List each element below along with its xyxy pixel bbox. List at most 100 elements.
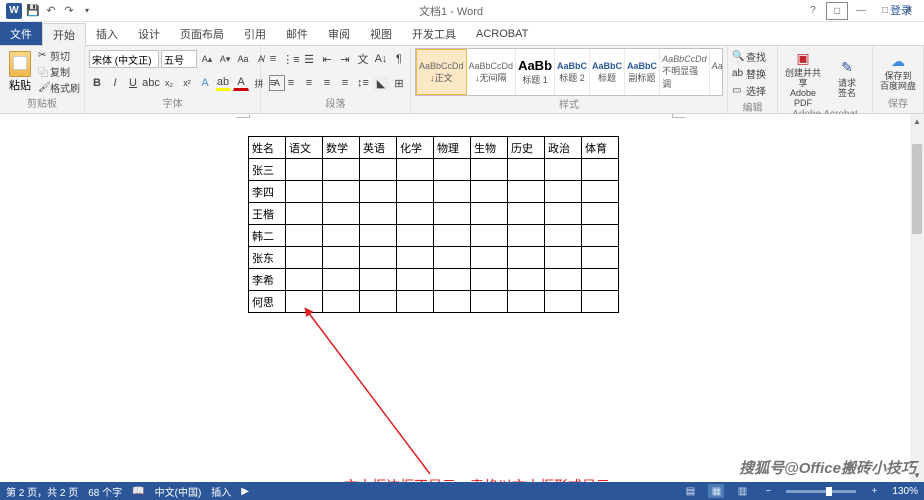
bullets-button[interactable]: ≡	[265, 51, 281, 67]
table-cell[interactable]	[360, 269, 397, 291]
table-cell[interactable]	[508, 269, 545, 291]
tab-mailings[interactable]: 邮件	[276, 22, 318, 45]
asian-layout-button[interactable]: 文	[355, 51, 371, 67]
change-case-button[interactable]: Aa	[235, 51, 251, 67]
table-cell[interactable]: 李希	[249, 269, 286, 291]
view-web-button[interactable]: ▥	[734, 484, 750, 498]
table-cell[interactable]: 李四	[249, 181, 286, 203]
table-cell[interactable]	[545, 225, 582, 247]
table-cell[interactable]: 张三	[249, 159, 286, 181]
table-cell[interactable]	[508, 159, 545, 181]
superscript-button[interactable]: x²	[179, 75, 195, 91]
table-cell[interactable]	[471, 269, 508, 291]
table-cell[interactable]	[323, 247, 360, 269]
sort-button[interactable]: A↓	[373, 51, 389, 67]
numbering-button[interactable]: ⋮≡	[283, 51, 299, 67]
table-cell[interactable]	[360, 203, 397, 225]
zoom-slider[interactable]	[786, 490, 856, 493]
table-cell[interactable]	[434, 159, 471, 181]
align-left-button[interactable]: ≡	[265, 75, 281, 91]
tab-insert[interactable]: 插入	[86, 22, 128, 45]
align-right-button[interactable]: ≡	[301, 75, 317, 91]
table-cell[interactable]	[545, 181, 582, 203]
tab-home[interactable]: 开始	[42, 23, 86, 46]
table-cell[interactable]	[471, 225, 508, 247]
scroll-thumb[interactable]	[912, 144, 922, 234]
align-center-button[interactable]: ≡	[283, 75, 299, 91]
table-cell[interactable]	[360, 181, 397, 203]
shrink-font-button[interactable]: A▾	[217, 51, 233, 67]
scroll-up-icon[interactable]: ▲	[910, 114, 924, 128]
view-print-button[interactable]: ▦	[708, 484, 724, 498]
qat-customize-icon[interactable]: ▾	[80, 4, 94, 18]
table-cell[interactable]	[397, 247, 434, 269]
style-item-6[interactable]: AaBbCcDd不明显强调	[660, 49, 710, 95]
select-button[interactable]: ▭选择	[732, 82, 766, 99]
table-cell[interactable]	[397, 203, 434, 225]
table-cell[interactable]	[434, 225, 471, 247]
table-cell[interactable]	[286, 181, 323, 203]
table-cell[interactable]	[471, 181, 508, 203]
subscript-button[interactable]: x₂	[161, 75, 177, 91]
bold-button[interactable]: B	[89, 75, 105, 91]
multilevel-button[interactable]: ☰	[301, 51, 317, 67]
table-header-cell[interactable]: 历史	[508, 137, 545, 159]
table-cell[interactable]	[545, 269, 582, 291]
table-cell[interactable]	[582, 247, 619, 269]
table-cell[interactable]	[471, 203, 508, 225]
table-cell[interactable]	[323, 203, 360, 225]
table-cell[interactable]	[397, 159, 434, 181]
table-cell[interactable]	[582, 181, 619, 203]
replace-button[interactable]: ab替换	[732, 65, 766, 82]
request-sign-button[interactable]: ✎ 请求签名	[826, 58, 868, 99]
style-item-0[interactable]: AaBbCcDd↓正文	[416, 49, 467, 95]
table-cell[interactable]: 王楷	[249, 203, 286, 225]
text-effects-button[interactable]: A	[197, 75, 213, 91]
table-cell[interactable]	[582, 269, 619, 291]
table-cell[interactable]	[471, 159, 508, 181]
increase-indent-button[interactable]: ⇥	[337, 51, 353, 67]
style-item-4[interactable]: AaBbC标题	[590, 49, 625, 95]
table-cell[interactable]	[582, 291, 619, 313]
distributed-button[interactable]: ≡	[337, 75, 353, 91]
tab-layout[interactable]: 页面布局	[170, 22, 234, 45]
login-link[interactable]: 登录	[882, 2, 920, 18]
table-cell[interactable]	[360, 225, 397, 247]
grow-font-button[interactable]: A▴	[199, 51, 215, 67]
table-cell[interactable]	[323, 225, 360, 247]
table-cell[interactable]	[545, 247, 582, 269]
style-item-3[interactable]: AaBbC标题 2	[555, 49, 590, 95]
table-header-cell[interactable]: 体育	[582, 137, 619, 159]
create-pdf-button[interactable]: ▣ 创建并共享Adobe PDF	[782, 48, 824, 109]
underline-button[interactable]: U	[125, 75, 141, 91]
save-icon[interactable]: 💾	[26, 4, 40, 18]
tab-design[interactable]: 设计	[128, 22, 170, 45]
zoom-in-button[interactable]: +	[866, 484, 882, 498]
status-words[interactable]: 68 个字	[88, 484, 122, 499]
table-cell[interactable]	[508, 247, 545, 269]
table-cell[interactable]	[397, 225, 434, 247]
style-item-2[interactable]: AaBb标题 1	[516, 49, 555, 95]
table-cell[interactable]	[582, 203, 619, 225]
line-spacing-button[interactable]: ↕≡	[355, 75, 371, 91]
table-cell[interactable]: 张东	[249, 247, 286, 269]
shading-button[interactable]: ◣	[373, 75, 389, 91]
table-header-cell[interactable]: 化学	[397, 137, 434, 159]
tab-references[interactable]: 引用	[234, 22, 276, 45]
table-cell[interactable]	[286, 269, 323, 291]
table-cell[interactable]	[582, 159, 619, 181]
vertical-scrollbar[interactable]: ▲ ▼	[910, 114, 924, 482]
tab-developer[interactable]: 开发工具	[402, 22, 466, 45]
table-cell[interactable]	[434, 269, 471, 291]
table-cell[interactable]	[286, 247, 323, 269]
font-color-button[interactable]: A	[233, 75, 249, 91]
table-cell[interactable]	[434, 247, 471, 269]
zoom-level[interactable]: 130%	[892, 486, 918, 497]
minimize-icon[interactable]: —	[850, 2, 872, 20]
redo-icon[interactable]: ↷	[62, 4, 76, 18]
tab-acrobat[interactable]: ACROBAT	[466, 22, 538, 45]
table-cell[interactable]	[323, 159, 360, 181]
table-cell[interactable]	[286, 203, 323, 225]
decrease-indent-button[interactable]: ⇤	[319, 51, 335, 67]
show-marks-button[interactable]: ¶	[391, 51, 407, 67]
